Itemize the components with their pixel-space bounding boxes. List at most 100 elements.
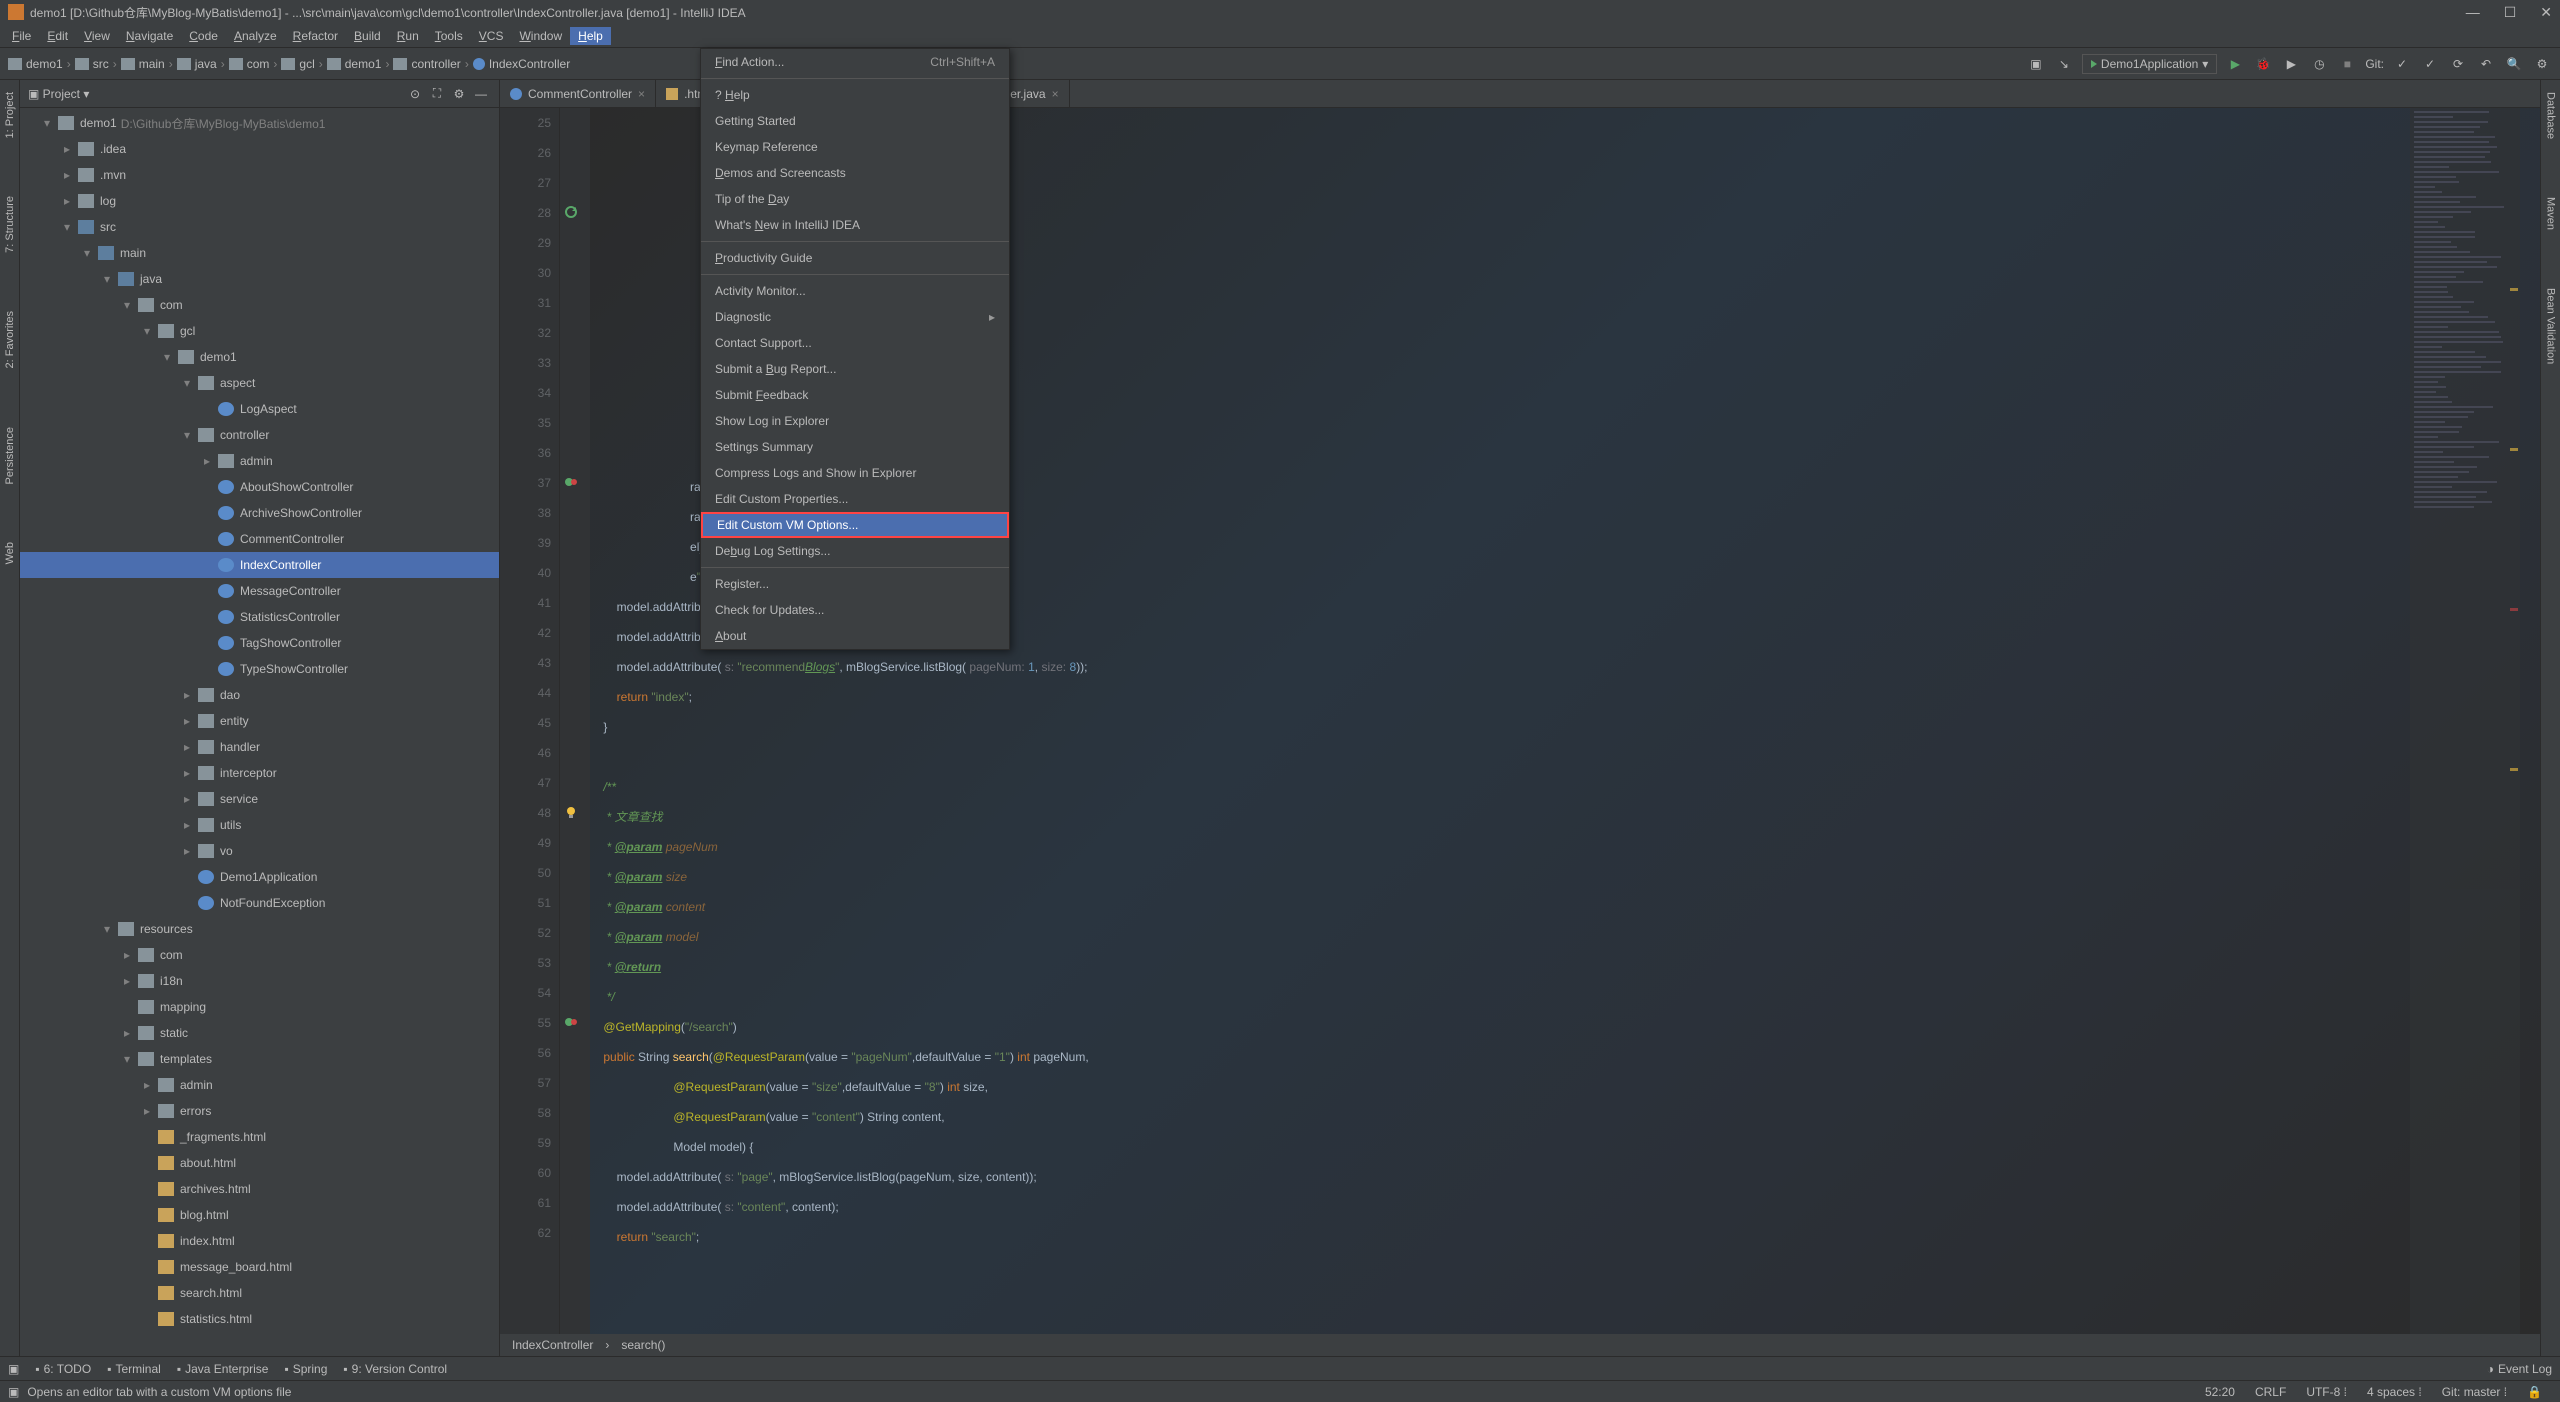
tree-row[interactable]: _fragments.html xyxy=(20,1124,499,1150)
help-menu-item[interactable]: Compress Logs and Show in Explorer xyxy=(701,460,1009,486)
indent-setting[interactable]: 4 spaces ⁞ xyxy=(2367,1385,2422,1399)
line-number[interactable]: 59 xyxy=(500,1128,559,1158)
breadcrumb-item[interactable]: src xyxy=(75,57,109,71)
settings-icon[interactable]: ⚙ xyxy=(2532,54,2552,74)
breadcrumb-item[interactable]: java xyxy=(177,57,217,71)
file-encoding[interactable]: UTF-8 ⁞ xyxy=(2306,1385,2347,1399)
line-number[interactable]: 52 xyxy=(500,918,559,948)
line-number[interactable]: 61 xyxy=(500,1188,559,1218)
tree-row[interactable]: ▸i18n xyxy=(20,968,499,994)
tree-arrow-icon[interactable]: ▸ xyxy=(184,688,198,702)
help-menu-item[interactable]: Check for Updates... xyxy=(701,597,1009,623)
line-number[interactable]: 48 xyxy=(500,798,559,828)
tree-row[interactable]: ▸vo xyxy=(20,838,499,864)
tree-row[interactable]: ▸utils xyxy=(20,812,499,838)
line-number[interactable]: 60 xyxy=(500,1158,559,1188)
tree-row[interactable]: ▾src xyxy=(20,214,499,240)
search-everywhere-icon[interactable]: 🔍 xyxy=(2504,54,2524,74)
hide-panel-icon[interactable]: — xyxy=(471,84,491,104)
tree-row[interactable]: StatisticsController xyxy=(20,604,499,630)
tree-arrow-icon[interactable]: ▾ xyxy=(164,350,178,364)
tree-arrow-icon[interactable]: ▾ xyxy=(84,246,98,260)
run-button[interactable]: ▶ xyxy=(2225,54,2245,74)
lock-icon[interactable]: 🔒 xyxy=(2527,1385,2542,1399)
help-menu-item[interactable]: Edit Custom VM Options... xyxy=(701,512,1009,538)
vcs-history-icon[interactable]: ⟳ xyxy=(2448,54,2468,74)
help-menu-item[interactable]: Contact Support... xyxy=(701,330,1009,356)
minimize-button[interactable]: — xyxy=(2466,4,2480,21)
help-menu-item[interactable]: Submit a Bug Report... xyxy=(701,356,1009,382)
menu-item-run[interactable]: Run xyxy=(389,27,427,45)
tree-arrow-icon[interactable]: ▾ xyxy=(124,1052,138,1066)
line-number[interactable]: 40 xyxy=(500,558,559,588)
endpoint-mapping-icon[interactable] xyxy=(564,475,578,489)
tree-row[interactable]: ▸.idea xyxy=(20,136,499,162)
breadcrumb-item[interactable]: gcl xyxy=(281,57,314,71)
tree-arrow-icon[interactable]: ▾ xyxy=(104,272,118,286)
help-menu-item[interactable]: Productivity Guide xyxy=(701,245,1009,271)
help-menu-item[interactable]: About xyxy=(701,623,1009,649)
line-number[interactable]: 43 xyxy=(500,648,559,678)
line-number[interactable]: 33 xyxy=(500,348,559,378)
menu-item-analyze[interactable]: Analyze xyxy=(226,27,285,45)
tool-stripe-button[interactable]: Maven xyxy=(2545,193,2557,234)
tool-stripe-button[interactable]: 2: Favorites xyxy=(4,307,16,372)
profile-button[interactable]: ◷ xyxy=(2309,54,2329,74)
tool-window-button[interactable]: ▪Terminal xyxy=(107,1362,161,1376)
settings-gear-icon[interactable]: ⚙ xyxy=(449,84,469,104)
coverage-button[interactable]: ▶ xyxy=(2281,54,2301,74)
menu-item-refactor[interactable]: Refactor xyxy=(285,27,346,45)
help-menu-item[interactable]: Submit Feedback xyxy=(701,382,1009,408)
tree-row[interactable]: AboutShowController xyxy=(20,474,499,500)
tree-arrow-icon[interactable]: ▸ xyxy=(184,844,198,858)
line-number[interactable]: 35 xyxy=(500,408,559,438)
tree-row[interactable]: ▾gcl xyxy=(20,318,499,344)
breadcrumb-item[interactable]: IndexController xyxy=(473,57,570,71)
debug-button[interactable]: 🐞 xyxy=(2253,54,2273,74)
menu-item-edit[interactable]: Edit xyxy=(39,27,76,45)
line-number[interactable]: 41 xyxy=(500,588,559,618)
tool-window-button[interactable]: ▪6: TODO xyxy=(35,1362,91,1376)
line-number[interactable]: 39 xyxy=(500,528,559,558)
tree-row[interactable]: MessageController xyxy=(20,578,499,604)
tree-arrow-icon[interactable]: ▾ xyxy=(104,922,118,936)
tree-row[interactable]: TypeShowController xyxy=(20,656,499,682)
breadcrumb-item[interactable]: demo1 xyxy=(327,57,382,71)
line-number[interactable]: 49 xyxy=(500,828,559,858)
tree-arrow-icon[interactable]: ▸ xyxy=(184,818,198,832)
tree-arrow-icon[interactable]: ▸ xyxy=(184,740,198,754)
menu-item-build[interactable]: Build xyxy=(346,27,389,45)
tree-row[interactable]: mapping xyxy=(20,994,499,1020)
stop-button[interactable]: ■ xyxy=(2337,54,2357,74)
tree-row[interactable]: about.html xyxy=(20,1150,499,1176)
line-number[interactable]: 46 xyxy=(500,738,559,768)
tool-stripe-button[interactable]: 7: Structure xyxy=(4,192,16,257)
tree-row[interactable]: IndexController xyxy=(20,552,499,578)
tree-row[interactable]: CommentController xyxy=(20,526,499,552)
build-icon[interactable]: ↘ xyxy=(2054,54,2074,74)
refresh-icon[interactable] xyxy=(564,205,578,219)
line-number[interactable]: 53 xyxy=(500,948,559,978)
maximize-button[interactable]: ☐ xyxy=(2504,4,2517,21)
breadcrumb-item[interactable]: main xyxy=(121,57,165,71)
vcs-update-icon[interactable]: ✓ xyxy=(2392,54,2412,74)
tree-arrow-icon[interactable]: ▸ xyxy=(64,142,78,156)
tree-arrow-icon[interactable]: ▸ xyxy=(204,454,218,468)
tree-row[interactable]: ▸errors xyxy=(20,1098,499,1124)
tree-row[interactable]: blog.html xyxy=(20,1202,499,1228)
project-view-dropdown[interactable]: ▣ Project ▾ xyxy=(28,87,89,101)
tree-row[interactable]: NotFoundException xyxy=(20,890,499,916)
line-number[interactable]: 51 xyxy=(500,888,559,918)
close-tab-icon[interactable]: × xyxy=(1052,87,1059,101)
tool-stripe-button[interactable]: Web xyxy=(4,538,16,568)
help-menu-item[interactable]: Diagnostic▸ xyxy=(701,304,1009,330)
help-menu-item[interactable]: Register... xyxy=(701,571,1009,597)
code-minimap[interactable] xyxy=(2410,108,2520,1334)
tool-window-button[interactable]: ▪Spring xyxy=(284,1362,327,1376)
tree-arrow-icon[interactable]: ▾ xyxy=(44,116,58,130)
tree-row[interactable]: ▾demo1 xyxy=(20,344,499,370)
help-menu-item[interactable]: Settings Summary xyxy=(701,434,1009,460)
tree-row[interactable]: index.html xyxy=(20,1228,499,1254)
tree-row[interactable]: ▾aspect xyxy=(20,370,499,396)
line-number[interactable]: 32 xyxy=(500,318,559,348)
